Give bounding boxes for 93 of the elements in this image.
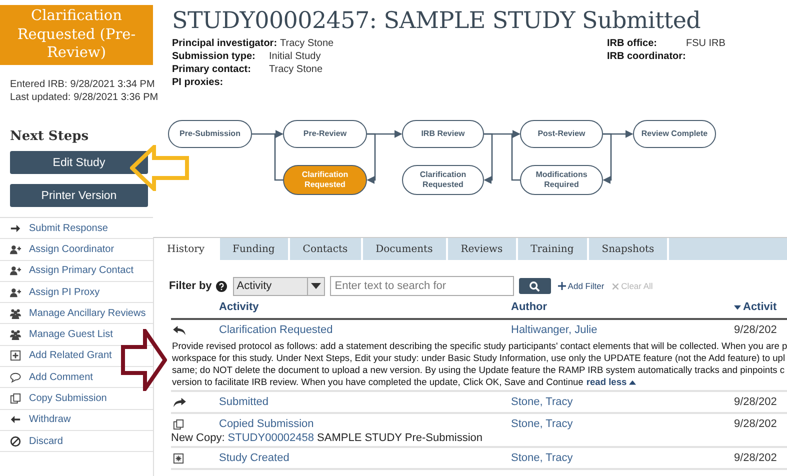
field-value: Initial Study [269,50,321,63]
action-link[interactable]: Withdraw [29,414,71,426]
section-heading: Next Steps [10,129,90,144]
study-name: SAMPLE STUDY Pre-Submission [317,432,482,444]
date-label: Last updated: [10,91,71,104]
workflow-state: Modifications Required [520,165,603,195]
search-field[interactable]: Enter text to search for [330,276,514,296]
add-filter-link[interactable]: Add Filter [558,281,604,291]
field-label: Primary contact: [172,63,252,76]
author-link[interactable]: Stone, Tracy [511,396,734,408]
workflow-state: Post-Review [520,120,603,148]
author-link[interactable]: Haltiwanger, Julie [511,324,734,336]
prohibited-icon [10,436,21,447]
read-less-link[interactable]: read less [586,377,636,387]
arrow-right-icon [10,222,21,234]
filter-label: Filter by [169,280,212,292]
author-link[interactable]: Stone, Tracy [511,418,734,430]
activity-date: 9/28/202 [734,396,777,408]
tab[interactable]: Documents [362,238,448,260]
search-icon [529,280,540,292]
activity-date: 9/28/202 [734,418,777,430]
date-value: 9/28/2021 3:34 PM [70,78,155,91]
workflow-state: Review Complete [633,120,716,148]
filter-dropdown[interactable]: Activity [232,276,325,296]
status-banner: Clarification Requested (Pre-Review) [0,5,153,65]
tab[interactable]: Contacts [290,238,363,260]
field-label: Principal investigator: [172,37,278,50]
column-header[interactable]: Author [511,301,734,313]
document-plus-icon [10,350,21,362]
new-document-icon [173,452,184,464]
action-link[interactable]: Copy Submission [29,393,107,404]
action-link[interactable]: Assign Primary Contact [29,265,134,276]
add-user-icon [10,244,21,255]
activity-date: 9/28/202 [734,324,777,336]
column-header[interactable]: Activit [734,301,777,313]
caret-icon [310,283,321,289]
study-link[interactable]: STUDY00002458 [228,432,314,444]
action-button[interactable]: Edit Study [10,151,148,174]
action-link[interactable]: Discard [29,436,63,447]
copy-icon [173,418,184,430]
activity-link[interactable]: Clarification Requested [219,324,511,336]
close-icon [612,282,620,290]
action-button[interactable]: Printer Version [10,184,148,207]
field-label: Submission type: [172,50,256,63]
search-button[interactable] [518,278,551,294]
add-user-icon [10,286,21,298]
action-link[interactable]: Add Comment [29,372,93,383]
activity-link[interactable]: Copied Submission [219,418,511,430]
people-icon [10,308,21,319]
field-value: Tracy Stone [280,37,334,50]
field-label: PI proxies: [172,76,224,89]
caret-up-icon [629,380,636,385]
tab[interactable]: Reviews [448,238,518,260]
add-user-icon [10,265,21,276]
column-header[interactable]: Activity [219,301,511,313]
field-value: FSU IRB [686,37,726,50]
left-arrow-annotation-icon [130,145,190,191]
speech-bubble-icon [10,372,21,383]
help-icon[interactable] [216,280,227,292]
field-label: IRB office: [607,37,658,50]
reply-arrow-icon [173,324,186,336]
field-label: IRB coordinator: [607,50,683,63]
author-link[interactable]: Stone, Tracy [511,452,734,464]
action-link[interactable]: Submit Response [29,222,108,234]
action-link[interactable]: Manage Ancillary Reviews [29,308,146,319]
workflow-state: IRB Review [402,120,484,148]
right-arrow-annotation-icon [121,329,167,391]
activity-date: 9/28/202 [734,452,777,464]
workflow-state: Pre-Submission [168,120,252,148]
activity-link[interactable]: Study Created [219,452,511,464]
tab[interactable]: Funding [220,238,290,260]
plus-icon [558,282,566,290]
workflow-state: Clarification Requested [402,165,484,195]
copy-icon [10,393,21,404]
sort-caret-icon [734,304,741,310]
action-link[interactable]: Manage Guest List [29,329,113,340]
activity-note: Provide revised protocol as follows: add a statement describing the specific study participants' contact elements that will be collected. When you are p workspace for this study. Under Next Steps, Edit your study: under Basic Study Information, use only the UPDATE feature (not the Add feature) to upl same; do NOT delete the document to upload a new version. By using the Update feature the RAMP IRB system automatically tracks and pinpoints c version to facilitate IRB review. When you have completed the update, Click OK, Save and Continue read less [172,340,787,388]
action-link[interactable]: Assign Coordinator [29,244,114,255]
people-icon [10,329,21,340]
tab[interactable]: Snapshots [588,238,670,260]
copy-label: New Copy: [171,432,225,444]
action-link[interactable]: Add Related Grant [29,350,112,362]
workflow-state: Pre-Review [283,120,367,148]
date-label: Entered IRB: [10,78,68,91]
activity-link[interactable]: Submitted [219,396,511,408]
date-value: 9/28/2021 3:36 PM [74,91,158,104]
workflow-state: Clarification Requested [283,165,367,195]
page-title: STUDY00002457: SAMPLE STUDY Submitted [172,8,702,34]
arrow-left-icon [10,414,21,426]
field-value: Tracy Stone [269,63,323,76]
action-link[interactable]: Assign PI Proxy [29,286,100,298]
forward-arrow-icon [173,396,186,408]
tab[interactable]: Training [518,238,589,260]
